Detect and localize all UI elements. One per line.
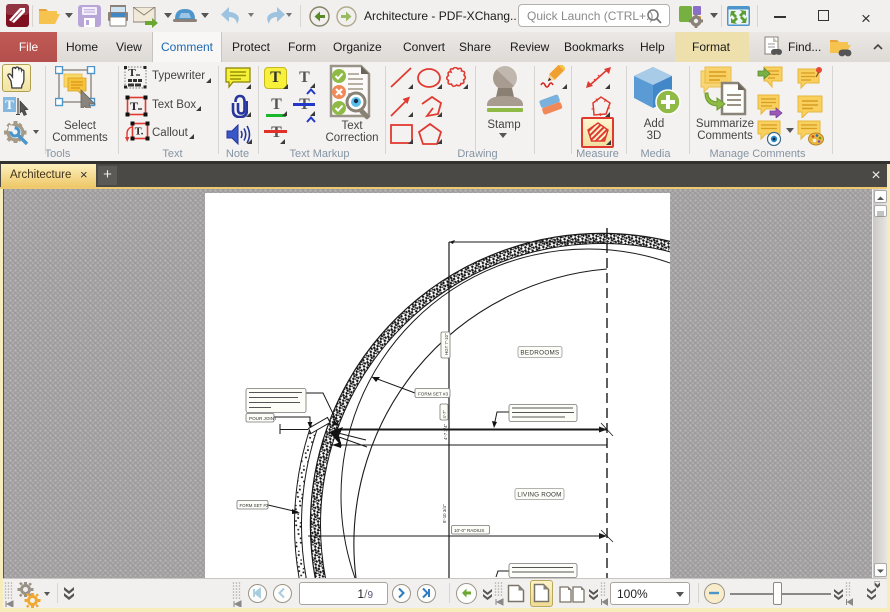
svg-text:8'-10 3/4": 8'-10 3/4"	[442, 504, 447, 523]
svg-text:BEDROOMS: BEDROOMS	[520, 350, 559, 357]
svg-text:T: T	[5, 97, 14, 112]
svg-text:4'-7": 4'-7"	[442, 410, 447, 419]
svg-text:4'-7 3/4": 4'-7 3/4"	[443, 423, 448, 440]
svg-text:POUR JOINT: POUR JOINT	[249, 416, 277, 421]
svg-text:HGT 7'-10": HGT 7'-10"	[444, 333, 449, 355]
svg-text:LIVING ROOM: LIVING ROOM	[517, 492, 561, 499]
svg-text:FORM SET #3: FORM SET #3	[240, 503, 269, 508]
svg-text:T: T	[128, 67, 136, 79]
svg-text:T: T	[130, 99, 138, 113]
svg-text:10'-0" RADIUS: 10'-0" RADIUS	[454, 528, 484, 533]
svg-text:T.: T.	[135, 127, 144, 138]
svg-text:FORM SET #3: FORM SET #3	[418, 392, 448, 397]
